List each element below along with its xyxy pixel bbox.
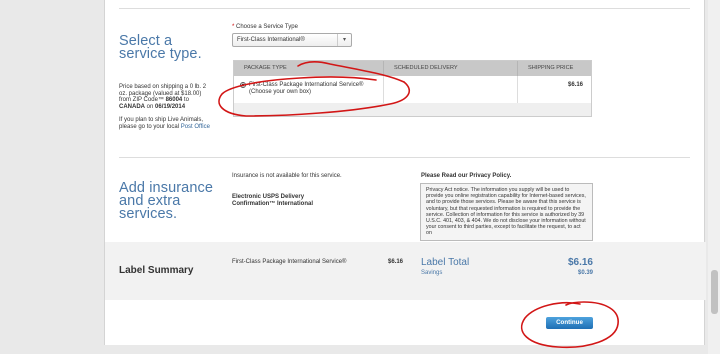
savings-value: $0.39 xyxy=(577,270,593,276)
section-divider xyxy=(119,157,690,158)
price-cell: $6.16 xyxy=(567,82,583,88)
service-type-select[interactable]: First-Class International® ▾ xyxy=(232,33,352,47)
origin-zip: 86004 xyxy=(165,97,183,104)
scrollbar-thumb[interactable] xyxy=(711,270,718,314)
ship-date: 06/19/2014 xyxy=(155,103,186,110)
insurance-section-heading: Add insurance and extra services. xyxy=(119,180,213,222)
column-package-type[interactable]: PACKAGE TYPE xyxy=(234,61,384,76)
service-name: First-Class Package International Servic… xyxy=(249,82,364,88)
table-header: PACKAGE TYPE SCHEDULED DELIVERY SHIPPING… xyxy=(234,61,591,76)
price-basis-note: Price based on shipping a 0 lb. 2 oz. pa… xyxy=(119,84,207,110)
privacy-policy-text[interactable]: Privacy Act notice. The information you … xyxy=(420,183,593,241)
savings-label: Savings xyxy=(421,270,443,276)
label-summary-heading: Label Summary xyxy=(119,265,194,276)
label-total-label: Label Total xyxy=(421,257,470,268)
privacy-policy-title: Please Read our Privacy Policy. xyxy=(421,173,512,179)
column-shipping-price[interactable]: SHIPPING PRICE xyxy=(518,61,591,76)
table-row[interactable]: First-Class Package International Servic… xyxy=(234,76,591,103)
service-radio[interactable] xyxy=(240,82,246,88)
summary-service-price: $6.16 xyxy=(388,259,404,265)
insurance-unavailable-note: Insurance is not available for this serv… xyxy=(232,173,342,179)
page-panel: Select a service type. Price based on sh… xyxy=(104,0,706,345)
continue-button[interactable]: Continue xyxy=(546,317,593,329)
service-options-table: PACKAGE TYPE SCHEDULED DELIVERY SHIPPING… xyxy=(233,60,592,117)
delivery-cell xyxy=(384,76,518,103)
summary-service: First-Class Package International Servic… xyxy=(232,259,347,265)
label-summary-band xyxy=(105,242,706,300)
package-type-cell: First-Class Package International Servic… xyxy=(234,76,384,103)
service-type-label: * Choose a Service Type xyxy=(232,24,298,30)
column-scheduled-delivery[interactable]: SCHEDULED DELIVERY xyxy=(384,61,518,76)
extra-service-item: Electronic USPS Delivery Confirmation™ I… xyxy=(232,194,313,207)
live-animals-note: If you plan to ship Live Animals, please… xyxy=(119,117,210,130)
service-type-value: First-Class International® xyxy=(237,37,305,43)
post-office-link[interactable]: Post Office xyxy=(181,124,210,130)
label-total-value: $6.16 xyxy=(567,257,593,268)
service-section-heading: Select a service type. xyxy=(119,33,202,62)
table-footer xyxy=(234,103,591,116)
destination-country: CANADA xyxy=(119,103,145,110)
top-divider xyxy=(119,8,690,9)
service-subtext: (Choose your own box) xyxy=(249,89,312,95)
chevron-down-icon: ▾ xyxy=(337,34,351,46)
